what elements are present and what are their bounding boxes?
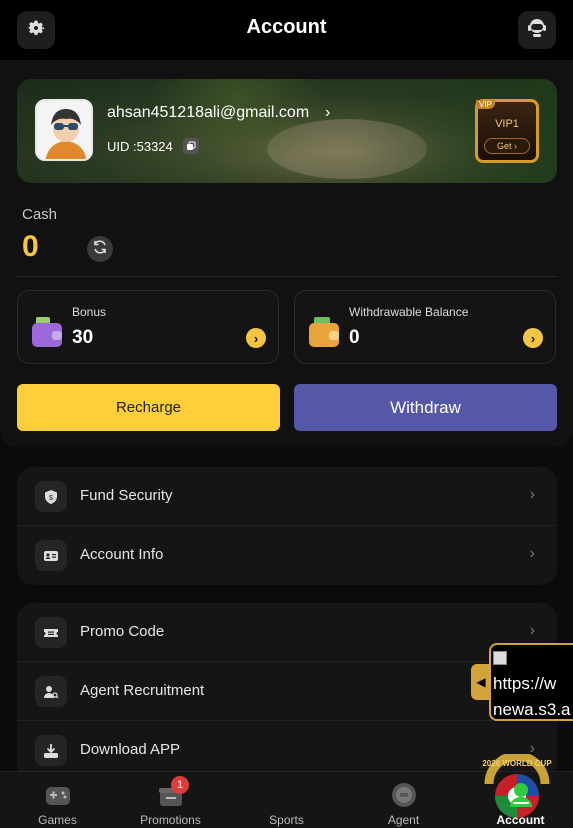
bonus-value: 30	[72, 327, 94, 348]
vip-get-button[interactable]: Get ›	[484, 138, 530, 154]
nav-item-sports[interactable]: 2026 WORLD CUP Sports	[229, 751, 552, 828]
user-icon	[507, 781, 535, 809]
bonus-balance-card[interactable]: Bonus 30 ›	[17, 290, 279, 364]
chevron-right-icon: ›	[529, 545, 535, 562]
withdrawable-label: Withdrawable Balance	[349, 305, 469, 319]
bottom-nav: Games 1 Promotions 2026 WORLD CUP Sports…	[0, 751, 573, 828]
menu-item-label: Account Info	[80, 546, 164, 563]
chevron-right-icon[interactable]: ›	[246, 328, 266, 348]
nav-item-account[interactable]: Account	[463, 772, 573, 828]
svg-text:$: $	[49, 495, 53, 502]
refresh-button[interactable]	[87, 236, 113, 262]
menu-item-fund-security[interactable]: $ Fund Security ›	[17, 467, 557, 526]
page-title: Account	[246, 16, 327, 38]
vip-badge[interactable]: VIP VIP1 Get ›	[475, 99, 539, 163]
headset-icon	[525, 16, 549, 45]
refresh-icon	[92, 239, 108, 260]
divider	[17, 276, 557, 277]
user-search-icon	[35, 676, 67, 707]
user-uid: UID :53324	[107, 139, 173, 154]
user-email[interactable]: ahsan451218ali@gmail.com	[107, 104, 309, 122]
menu-item-label: Agent Recruitment	[80, 682, 205, 699]
wallet-icon	[30, 315, 64, 349]
nav-item-agent[interactable]: Agent	[346, 772, 461, 828]
coin-stack-icon	[390, 781, 418, 809]
chevron-right-icon[interactable]: ›	[523, 328, 543, 348]
account-card: ahsan451218ali@gmail.com › UID :53324 VI…	[0, 60, 573, 447]
menu-item-label: Promo Code	[80, 623, 165, 640]
bonus-label: Bonus	[72, 305, 107, 319]
download-icon	[35, 735, 67, 766]
gamepad-icon	[44, 781, 72, 809]
banner-foliage-decoration	[147, 79, 327, 183]
nav-label: Agent	[387, 813, 420, 827]
menu-item-label: Download APP	[80, 741, 181, 758]
nav-item-promotions[interactable]: 1 Promotions	[113, 772, 228, 828]
top-bar: Account	[0, 0, 573, 60]
vip-level: VIP1	[495, 118, 519, 130]
nav-item-games[interactable]: Games	[0, 772, 115, 828]
support-button[interactable]	[518, 11, 556, 49]
cash-value: 0	[22, 230, 39, 263]
nav-label: Sports	[269, 813, 304, 827]
ad-text-line: newa.s3.a	[493, 700, 571, 719]
avatar[interactable]	[35, 99, 93, 161]
withdrawable-balance-card[interactable]: Withdrawable Balance 0 ›	[294, 290, 556, 364]
nav-label: Games	[38, 813, 77, 827]
chevron-right-icon[interactable]: ›	[325, 104, 330, 122]
svg-text:2026 WORLD CUP: 2026 WORLD CUP	[482, 759, 552, 768]
recharge-button[interactable]: Recharge	[17, 384, 280, 431]
floating-ad-text: https://w newa.s3.a	[493, 671, 571, 719]
profile-banner: ahsan451218ali@gmail.com › UID :53324 VI…	[17, 79, 557, 183]
nav-label: Account	[496, 813, 545, 827]
notification-badge: 1	[171, 776, 189, 794]
ad-text-line: https://w	[493, 674, 557, 693]
chevron-right-icon: ›	[529, 486, 535, 503]
id-card-icon	[35, 540, 67, 571]
withdrawable-value: 0	[349, 327, 360, 348]
chevron-right-icon: ›	[529, 622, 535, 639]
shield-icon: $	[35, 481, 67, 512]
wallet-icon	[307, 315, 341, 349]
withdraw-button[interactable]: Withdraw	[294, 384, 557, 431]
menu-item-label: Fund Security	[80, 487, 173, 504]
copy-icon[interactable]	[183, 138, 199, 154]
floating-ad[interactable]: https://w newa.s3.a	[489, 643, 573, 721]
broken-image-icon	[493, 651, 507, 665]
nav-label: Promotions	[140, 813, 201, 827]
vip-corner-label: VIP	[476, 100, 495, 109]
menu-item-promo-code[interactable]: Promo Code ›	[17, 603, 557, 662]
ticket-icon	[35, 617, 67, 648]
cash-label: Cash	[22, 206, 58, 223]
menu-item-account-info[interactable]: Account Info ›	[17, 526, 557, 585]
collapse-ad-button[interactable]: ◀	[471, 664, 491, 700]
menu-group-security: $ Fund Security › Account Info ›	[17, 467, 557, 585]
